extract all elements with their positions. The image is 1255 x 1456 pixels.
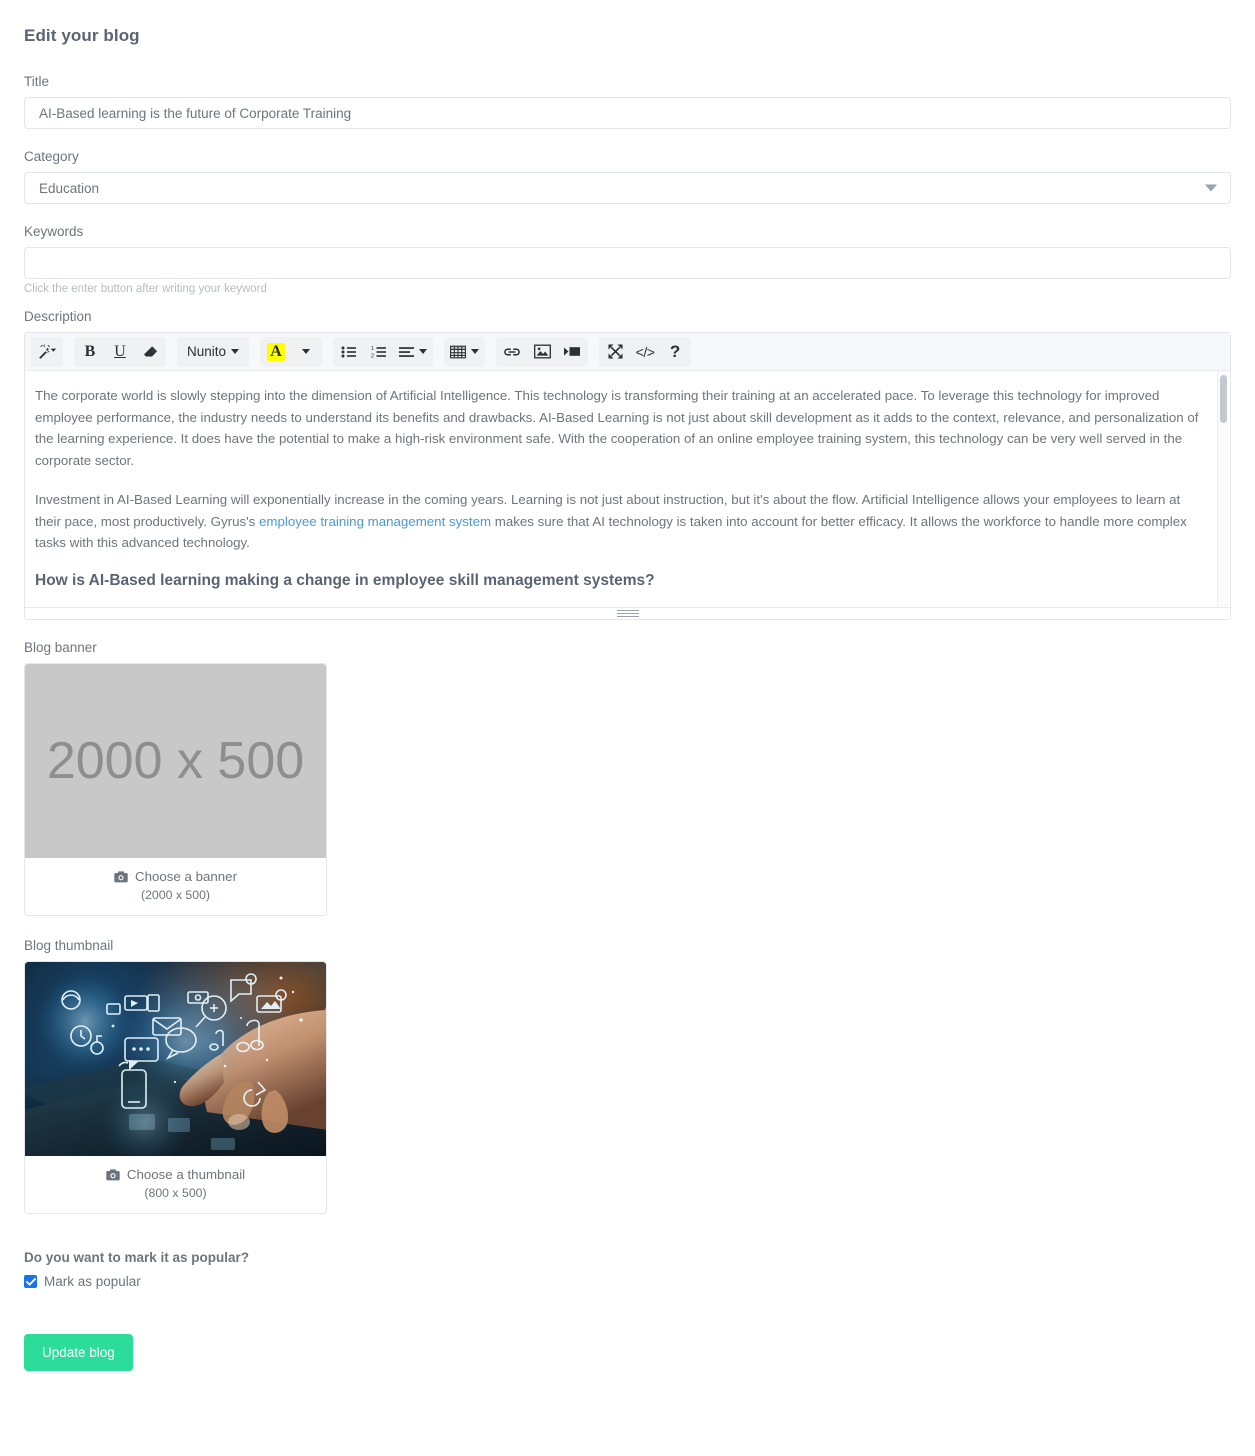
keywords-hint: Click the enter button after writing you… xyxy=(24,283,267,295)
paragraph-align-dropdown[interactable] xyxy=(394,338,432,366)
editor-paragraph-1: The corporate world is slowly stepping i… xyxy=(35,388,1199,468)
toolbar-group-font: Nunito xyxy=(177,336,250,367)
text-color-dropdown[interactable] xyxy=(291,338,321,366)
popular-question: Do you want to mark it as popular? xyxy=(24,1250,250,1265)
page-title: Edit your blog xyxy=(24,26,140,45)
edit-blog-page: Edit your blog Title Category Keywords C… xyxy=(0,0,1255,1371)
title-input[interactable] xyxy=(24,97,1231,129)
thumbnail-field-group: Blog thumbnail Choose a thumbnail (800 x… xyxy=(24,938,1231,1214)
eraser-icon[interactable] xyxy=(135,338,165,366)
help-button[interactable]: ? xyxy=(660,338,690,366)
keywords-label: Keywords xyxy=(24,224,84,239)
category-select-wrapper[interactable] xyxy=(24,172,1231,204)
banner-field-group: Blog banner 2000 x 500 Choose a banner (… xyxy=(24,640,1231,916)
text-color-swatch: A xyxy=(267,342,285,361)
banner-uploader[interactable]: 2000 x 500 Choose a banner (2000 x 500) xyxy=(24,663,327,916)
editor-heading-1: How is AI-Based learning making a change… xyxy=(35,571,655,589)
update-blog-button[interactable]: Update blog xyxy=(24,1334,133,1371)
thumbnail-label: Blog thumbnail xyxy=(24,938,114,953)
toolbar-group-format: B U xyxy=(74,336,166,367)
editor-paragraph-2: Investment in AI-Based Learning will exp… xyxy=(35,489,1204,554)
grip-lines-icon xyxy=(616,608,639,619)
thumbnail-uploader-footer[interactable]: Choose a thumbnail (800 x 500) xyxy=(25,1156,326,1213)
choose-thumbnail-button[interactable]: Choose a thumbnail xyxy=(25,1167,326,1182)
ordered-list-icon[interactable]: 1 2 xyxy=(364,338,394,366)
mark-as-popular-row[interactable]: Mark as popular xyxy=(24,1274,1231,1289)
rich-text-editor: B U Nunito A 1 2 </> ? The corporate wor… xyxy=(24,332,1231,620)
camera-icon xyxy=(106,1168,120,1180)
title-label: Title xyxy=(24,74,50,89)
employee-training-link[interactable]: employee training management system xyxy=(259,514,491,529)
insert-video-icon[interactable] xyxy=(557,338,587,366)
toolbar-group-color: A xyxy=(260,336,323,367)
insert-link-icon[interactable] xyxy=(497,338,527,366)
toolbar-group-insert xyxy=(496,336,589,367)
editor-content-area[interactable]: The corporate world is slowly stepping i… xyxy=(25,371,1230,607)
choose-banner-label: Choose a banner xyxy=(134,869,238,884)
category-select[interactable] xyxy=(24,172,1231,204)
table-dropdown[interactable] xyxy=(445,338,484,366)
chevron-down-icon xyxy=(471,349,480,354)
chevron-down-icon xyxy=(419,349,428,354)
svg-text:1: 1 xyxy=(371,346,374,352)
thumbnail-uploader[interactable]: Choose a thumbnail (800 x 500) xyxy=(24,961,327,1214)
font-family-dropdown[interactable]: Nunito xyxy=(178,338,248,366)
category-field-group: Category xyxy=(24,149,1231,204)
chevron-down-icon xyxy=(231,349,240,354)
unordered-list-icon[interactable] xyxy=(334,338,364,366)
chevron-down-icon xyxy=(302,349,311,354)
check-icon xyxy=(25,1277,36,1286)
banner-placeholder-text: 2000 x 500 xyxy=(46,732,305,790)
code-view-button[interactable]: </> xyxy=(630,338,660,366)
font-family-label: Nunito xyxy=(187,344,227,359)
choose-thumbnail-label: Choose a thumbnail xyxy=(126,1167,246,1182)
editor-resize-handle[interactable] xyxy=(25,607,1230,619)
keywords-input[interactable] xyxy=(24,247,1231,279)
bold-button[interactable]: B xyxy=(75,338,105,366)
thumbnail-dimensions: (800 x 500) xyxy=(144,1186,207,1200)
description-label: Description xyxy=(24,309,92,324)
banner-label: Blog banner xyxy=(24,640,97,655)
camera-icon xyxy=(114,870,128,882)
mark-as-popular-checkbox[interactable] xyxy=(24,1275,37,1288)
keywords-field-group: Keywords Click the enter button after wr… xyxy=(24,224,1231,295)
title-field-group: Title xyxy=(24,74,1231,129)
underline-button[interactable]: U xyxy=(105,338,135,366)
fullscreen-icon[interactable] xyxy=(600,338,630,366)
description-field-group: Description B U Nunito A 1 2 </> ? The c… xyxy=(24,309,1231,620)
editor-toolbar: B U Nunito A 1 2 </> ? xyxy=(25,333,1230,371)
editor-scrollbar[interactable] xyxy=(1217,371,1228,607)
toolbar-group-view: </> ? xyxy=(599,336,692,367)
mark-as-popular-label: Mark as popular xyxy=(44,1274,141,1289)
popular-field-group: Do you want to mark it as popular? Mark … xyxy=(24,1250,1231,1289)
banner-placeholder-image: 2000 x 500 xyxy=(25,664,326,858)
text-color-button[interactable]: A xyxy=(261,338,291,366)
toolbar-group-table xyxy=(444,336,486,367)
choose-banner-button[interactable]: Choose a banner xyxy=(25,869,326,884)
magic-wand-icon[interactable] xyxy=(32,338,62,366)
insert-image-icon[interactable] xyxy=(527,338,557,366)
editor-scrollbar-thumb[interactable] xyxy=(1220,375,1227,423)
toolbar-group-magic xyxy=(31,336,63,367)
category-label: Category xyxy=(24,149,79,164)
banner-dimensions: (2000 x 500) xyxy=(140,888,211,902)
thumbnail-preview-image xyxy=(25,962,326,1156)
banner-uploader-footer[interactable]: Choose a banner (2000 x 500) xyxy=(25,858,326,915)
svg-text:2: 2 xyxy=(371,353,374,359)
toolbar-group-lists: 1 2 xyxy=(333,336,434,367)
